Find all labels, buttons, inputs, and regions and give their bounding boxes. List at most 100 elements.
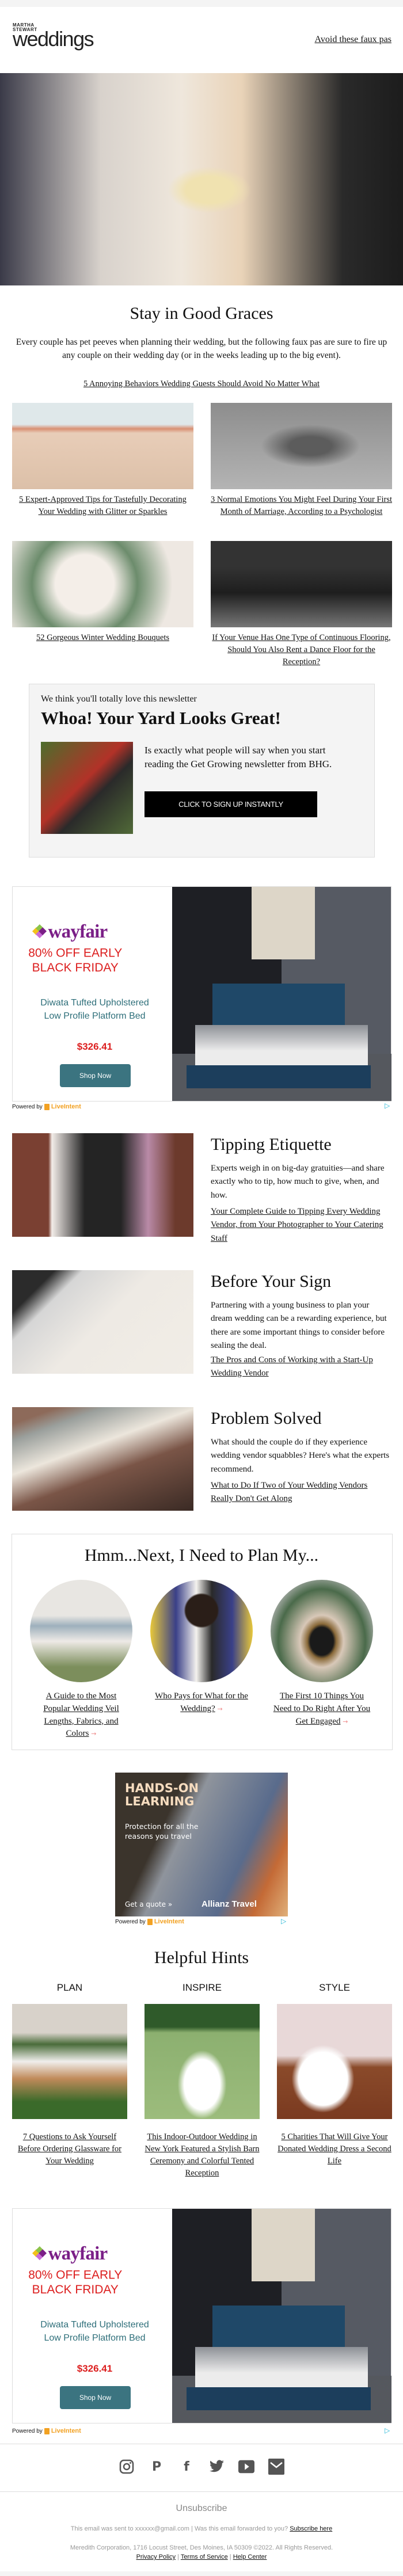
header-link[interactable]: Avoid these faux pas: [315, 35, 391, 45]
ad-product: Low Profile Platform Bed: [44, 1011, 146, 1022]
newsletter-pretitle: We think you'll totally love this newsle…: [41, 694, 197, 704]
get-quote-link[interactable]: Get a quote »: [125, 1900, 172, 1908]
wayfair-ad[interactable]: wayfair 80% OFF EARLY BLACK FRIDAY Diwat…: [12, 2208, 391, 2423]
allianz-ad[interactable]: HANDS-ON LEARNING Protection for all the …: [115, 1773, 288, 1916]
plan-link[interactable]: Who Pays for What for the Wedding?: [155, 1691, 248, 1713]
signup-button[interactable]: CLICK TO SIGN UP INSTANTLY: [145, 791, 317, 817]
hint-link[interactable]: This Indoor-Outdoor Wedding in New York …: [145, 2131, 260, 2179]
article-image[interactable]: [12, 403, 193, 489]
plan-image[interactable]: [30, 1580, 132, 1682]
plan-image[interactable]: [271, 1580, 373, 1682]
wayfair-ad[interactable]: wayfair 80% OFF EARLY BLACK FRIDAY Diwat…: [12, 886, 391, 1102]
address: Meredith Corporation, 1716 Locust Street…: [70, 2544, 333, 2551]
hints-title: Helpful Hints: [154, 1948, 249, 1967]
privacy-policy-link[interactable]: Privacy Policy: [136, 2554, 176, 2560]
feature-body: Experts weigh in on big-day gratuities—a…: [211, 1164, 385, 1200]
article-image[interactable]: [12, 541, 193, 627]
hint-image[interactable]: [145, 2004, 260, 2119]
feature-link[interactable]: The Pros and Cons of Working with a Star…: [211, 1354, 392, 1381]
feature-link[interactable]: Your Complete Guide to Tipping Every Wed…: [211, 1205, 392, 1245]
article-link[interactable]: 5 Expert-Approved Tips for Tastefully De…: [12, 494, 193, 518]
adchoices-icon[interactable]: ▷: [281, 1917, 286, 1926]
hero-image[interactable]: [0, 73, 403, 285]
terms-link[interactable]: Terms of Service: [181, 2554, 228, 2560]
feature-body: Partnering with a young business to plan…: [211, 1301, 387, 1350]
article-link[interactable]: 3 Normal Emotions You Might Feel During …: [211, 494, 392, 518]
newsletter-image: [41, 742, 133, 834]
plan-link[interactable]: A Guide to the Most Popular Wedding Veil…: [43, 1691, 119, 1738]
bed-image: [172, 2209, 391, 2423]
intro-body: Every couple has pet peeves when plannin…: [16, 337, 387, 361]
feature-body: What should the couple do if they experi…: [211, 1438, 390, 1474]
plan-image[interactable]: [150, 1580, 253, 1682]
bottom-bar: [0, 2571, 403, 2576]
hint-image[interactable]: [277, 2004, 392, 2119]
adchoices-icon[interactable]: ▷: [385, 1102, 390, 1110]
intro-link[interactable]: 5 Annoying Behaviors Wedding Guests Shou…: [13, 378, 390, 391]
ad-product: Diwata Tufted Upholstered: [40, 2320, 149, 2330]
unsubscribe-link[interactable]: Unsubscribe: [0, 2503, 403, 2514]
ad-deal: BLACK FRIDAY: [32, 2282, 119, 2296]
feature-link[interactable]: What to Do If Two of Your Wedding Vendor…: [211, 1479, 392, 1506]
instagram-icon[interactable]: [119, 2457, 135, 2476]
top-bar: [0, 0, 403, 7]
arrow-right-icon: →: [91, 1730, 97, 1738]
wayfair-gem-icon: [32, 2246, 47, 2260]
article-link[interactable]: 52 Gorgeous Winter Wedding Bouquets: [12, 632, 193, 644]
divider: [0, 2491, 403, 2492]
ad-price: $326.41: [77, 1041, 113, 1052]
footer-links: Privacy Policy | Terms of Service | Help…: [136, 2554, 267, 2560]
ad-product: Diwata Tufted Upholstered: [40, 998, 149, 1008]
subscribe-link[interactable]: Subscribe here: [290, 2525, 332, 2532]
hint-link[interactable]: 5 Charities That Will Give Your Donated …: [277, 2131, 392, 2167]
feature-title: Problem Solved: [211, 1409, 322, 1428]
ad-headline: HANDS-ON: [125, 1781, 199, 1795]
arrow-right-icon: →: [217, 1705, 223, 1713]
adchoices-icon[interactable]: ▷: [385, 2426, 390, 2435]
twitter-icon[interactable]: [208, 2457, 225, 2476]
newsletter-title: Whoa! Your Yard Looks Great!: [41, 708, 281, 728]
liveintent-icon: [44, 2428, 50, 2434]
feature-image[interactable]: [12, 1270, 193, 1374]
wayfair-gem-icon: [32, 924, 47, 938]
bed-image: [172, 887, 391, 1101]
logo-word: weddings: [13, 27, 94, 51]
sent-to-line: This email was sent to xxxxxx@gmail.com …: [70, 2525, 333, 2532]
wayfair-logo: wayfair: [32, 2242, 108, 2264]
plan-link[interactable]: The First 10 Things You Need to Do Right…: [273, 1691, 370, 1726]
ad-subtitle: Protection for all the reasons you trave…: [125, 1822, 199, 1840]
help-center-link[interactable]: Help Center: [233, 2554, 267, 2560]
email-icon[interactable]: [268, 2457, 284, 2476]
powered-by[interactable]: Powered by LiveIntent: [12, 2428, 81, 2434]
logo[interactable]: MARTHA STEWART weddings: [13, 23, 94, 51]
ad-product: Low Profile Platform Bed: [44, 2333, 146, 2343]
ad-deal: 80% OFF EARLY: [28, 2268, 123, 2281]
ad-deal: 80% OFF EARLY: [28, 946, 123, 959]
powered-by[interactable]: Powered by LiveIntent: [12, 1103, 81, 1110]
ad-deal: BLACK FRIDAY: [32, 960, 119, 974]
hint-link[interactable]: 7 Questions to Ask Yourself Before Order…: [12, 2131, 127, 2167]
youtube-icon[interactable]: [238, 2457, 254, 2476]
hint-image[interactable]: [12, 2004, 127, 2119]
ad-headline: LEARNING: [125, 1794, 195, 1809]
article-image[interactable]: [211, 403, 392, 489]
wayfair-logo: wayfair: [32, 920, 108, 942]
liveintent-icon: [44, 1103, 50, 1110]
intro-title: Stay in Good Graces: [130, 304, 273, 323]
shop-now-button[interactable]: Shop Now: [60, 1064, 131, 1087]
hint-category: INSPIRE: [182, 1982, 222, 1993]
allianz-logo: Allianz Travel: [202, 1899, 257, 1909]
hint-category: PLAN: [56, 1982, 83, 1993]
arrow-right-icon: →: [343, 1717, 348, 1725]
facebook-icon[interactable]: f: [178, 2457, 195, 2476]
feature-title: Tipping Etiquette: [211, 1135, 332, 1154]
feature-image[interactable]: [12, 1133, 193, 1237]
feature-image[interactable]: [12, 1407, 193, 1511]
article-image[interactable]: [211, 541, 392, 627]
liveintent-icon: [147, 1918, 153, 1925]
powered-by[interactable]: Powered by LiveIntent: [115, 1918, 184, 1925]
feature-title: Before Your Sign: [211, 1272, 332, 1291]
shop-now-button[interactable]: Shop Now: [60, 2386, 131, 2409]
article-link[interactable]: If Your Venue Has One Type of Continuous…: [211, 632, 392, 668]
pinterest-icon[interactable]: P: [149, 2457, 165, 2476]
